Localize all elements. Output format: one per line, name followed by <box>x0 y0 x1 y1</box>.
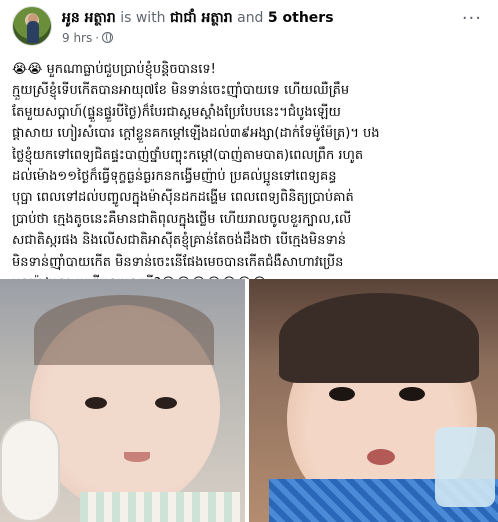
post-text-line: ថ្លៃខ្ញុំយកទៅពេទ្យជិតផ្ទះបាញ់ថ្នាំបញ្ចុះ… <box>12 147 364 163</box>
author-name[interactable]: អូន អត្ថារា <box>62 10 116 26</box>
author-avatar[interactable] <box>12 6 52 46</box>
baby-hair <box>34 295 214 365</box>
baby-eye <box>329 387 355 401</box>
post-text-line: ដល់ម៉ោង១១ថ្ងៃក៏ធ្វើទុក្ខធ្ងន់ធ្ងរកនកង្វើ… <box>12 169 337 185</box>
baby-hair <box>279 293 479 383</box>
avatar-figure-body <box>27 21 39 43</box>
post-meta: 9 hrs · <box>62 30 114 46</box>
post-text-line: ក្មួយស្រីខ្ញុំទើបកើតបានអាយុ៧ខែ មិនទាន់ចេ… <box>12 83 350 99</box>
more-options-icon[interactable]: ··· <box>462 10 482 28</box>
meta-dot: · <box>95 31 100 45</box>
others-link[interactable]: 5 others <box>268 10 334 26</box>
post-text-line: សជាតិស្ករផង និងលើសជាតិអាស៊ីតខ្ញុំគ្រាន់ត… <box>12 233 346 249</box>
post-header: អូន អត្ថារា is with ជាជាំ អត្ថារា and 5 … <box>12 6 486 50</box>
tagged-name[interactable]: ជាជាំ អត្ថារា <box>170 10 233 26</box>
with-text: is with <box>120 10 166 26</box>
baby-mask <box>435 427 495 507</box>
baby-photo-left[interactable] <box>0 279 245 522</box>
baby-clothing <box>80 492 240 522</box>
and-text: and <box>237 10 264 26</box>
post-text-line: តែមួយសប្តាហ៍(ផ្ទួនផ្ទួរបីថ្ងៃ)ក៏បែរជាស្គ… <box>12 104 341 120</box>
post-text-line: បុប្ផា ពេលទៅដល់បញ្ចូលក្នុងម៉ាស៊ីនដកដង្ហើ… <box>12 190 354 206</box>
globe-icon[interactable] <box>102 32 114 43</box>
baby-eye <box>85 397 107 409</box>
author-line: អូន អត្ថារា is with ជាជាំ អត្ថារា and 5 … <box>62 9 334 27</box>
facebook-post: អូន អត្ថារា is with ជាជាំ អត្ថារា and 5 … <box>0 0 498 522</box>
post-text-line: មិនទាន់ញ៉ាំបាយកើត មិនទាន់ចេះនើផែងមេចបានក… <box>12 254 344 270</box>
post-time[interactable]: 9 hrs <box>62 31 92 45</box>
post-text-line: ប្រាប់ថា ក្មេងតូចនេះគឺមានជាតិពុលក្នុងថ្ល… <box>12 211 352 227</box>
baby-mitten <box>0 419 60 522</box>
post-text-line: ផ្តាសាយ ហៀរសំបោរ ក្តៅខ្លួនគកម្តៅឡើងដល់៣៩… <box>12 126 380 142</box>
post-text: 😭😭 មួកណាធ្លាប់ជួបប្រាប់ខ្ញុំបន្តិចបានទេ!… <box>12 59 488 294</box>
baby-mouth <box>124 452 150 462</box>
baby-eye <box>399 387 425 401</box>
baby-eye <box>155 397 177 409</box>
baby-photo-right[interactable] <box>249 279 498 522</box>
baby-mouth <box>367 449 395 465</box>
photo-grid <box>0 279 498 522</box>
post-text-line: 😭😭 មួកណាធ្លាប់ជួបប្រាប់ខ្ញុំបន្តិចបានទេ! <box>12 62 216 77</box>
